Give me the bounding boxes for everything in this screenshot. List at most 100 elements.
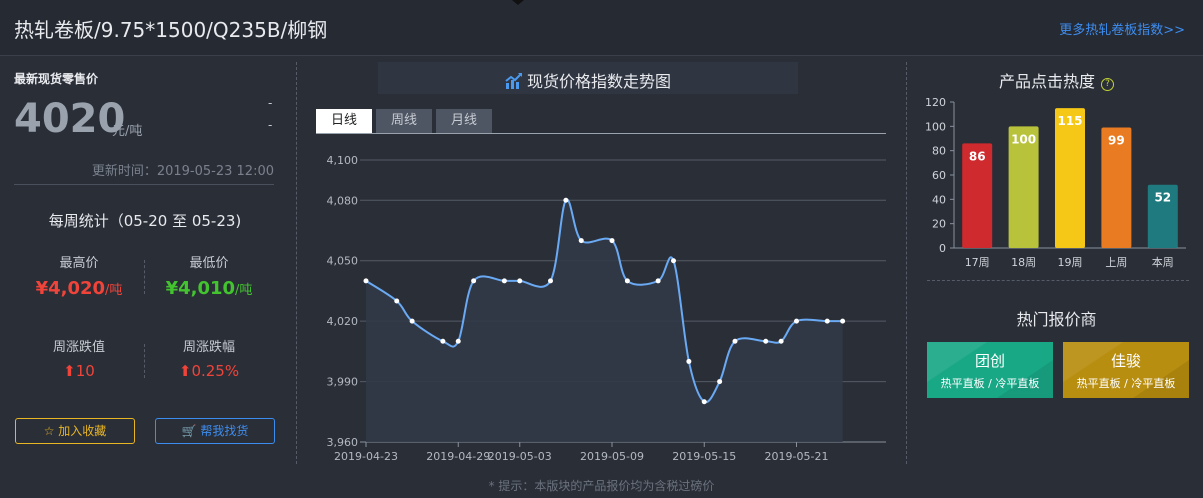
bar-y-tick-label: 0: [939, 242, 946, 255]
low-price-label: 最低价: [189, 256, 229, 271]
header-notch: [512, 0, 524, 5]
bar-y-tick-label: 80: [932, 145, 946, 158]
vendor-products: 热平直板 / 冷平直板: [940, 377, 1040, 390]
current-price: 4020: [14, 96, 126, 142]
retail-price-label: 最新现货零售价: [14, 72, 99, 86]
price-point: [517, 278, 523, 284]
price-point: [778, 338, 784, 344]
add-favorite-button[interactable]: ☆ 加入收藏: [15, 418, 135, 444]
product-title: 热轧卷板/9.75*1500/Q235B/柳钢: [14, 18, 328, 42]
find-goods-button[interactable]: 🛒 帮我找货: [155, 418, 275, 444]
low-price-number: ¥4,010: [165, 278, 236, 299]
x-tick-label: 2019-04-23: [334, 450, 398, 463]
vendor-products: 热平直板 / 冷平直板: [1076, 377, 1176, 390]
y-tick-label: 4,100: [327, 154, 359, 167]
heat-bar-category: 上周: [1105, 256, 1127, 269]
heat-bar-category: 18周: [1011, 256, 1036, 269]
price-point: [840, 318, 846, 324]
x-tick-label: 2019-05-15: [672, 450, 736, 463]
price-point: [717, 379, 723, 385]
heat-bar-value: 99: [1108, 134, 1125, 148]
bar-y-tick-label: 100: [925, 120, 946, 133]
price-divider: [14, 184, 274, 185]
divider-right: [906, 62, 907, 464]
weekly-stats-title: 每周统计（05-20 至 05-23): [48, 212, 242, 230]
click-heat-title-text: 产品点击热度: [998, 72, 1095, 91]
change-pct: ⬆0.25%: [178, 362, 240, 380]
price-placeholder-1: -: [268, 96, 273, 110]
price-point: [409, 318, 415, 324]
x-tick-label: 2019-05-03: [488, 450, 552, 463]
price-point: [763, 338, 769, 344]
vendor-name: 团创: [974, 352, 1005, 370]
vendor-card-jiajun[interactable]: 佳骏 热平直板 / 冷平直板: [1063, 342, 1189, 398]
y-tick-label: 4,020: [327, 315, 359, 328]
x-tick-label: 2019-04-29: [426, 450, 490, 463]
price-point: [671, 258, 676, 264]
x-tick-label: 2019-05-09: [580, 450, 644, 463]
price-point: [655, 278, 661, 284]
bar-y-tick-label: 60: [932, 169, 946, 182]
y-tick-label: 3,990: [327, 376, 359, 389]
low-price-value: ¥4,010/吨: [144, 278, 274, 299]
tab-monthly[interactable]: 月线: [436, 109, 492, 133]
hot-vendors-title: 热门报价商: [1016, 310, 1097, 329]
bar-y-tick-label: 40: [932, 193, 946, 206]
click-heat-bar-chart: 0 20 40 60 80 100 120 86 17周 100 18周 115 19周 99 上周 52 本周: [925, 96, 1186, 269]
chart-title-text: 现货价格指数走势图: [526, 72, 671, 91]
heat-bar: [1055, 108, 1085, 248]
price-point: [455, 338, 461, 344]
bar-y-tick-label: 120: [925, 96, 946, 109]
price-point: [609, 238, 615, 244]
price-point: [363, 278, 369, 284]
click-heat-title: 产品点击热度?: [910, 68, 1203, 92]
more-index-link[interactable]: 更多热轧卷板指数>>: [1059, 19, 1185, 38]
tab-daily[interactable]: 日线: [316, 109, 372, 133]
price-point: [440, 338, 446, 344]
right-divider: [927, 280, 1189, 281]
price-point: [824, 318, 830, 324]
heat-bar-category: 17周: [965, 256, 990, 269]
x-tick-label: 2019-05-21: [765, 450, 829, 463]
price-point: [701, 399, 707, 405]
update-time: 更新时间：2019-05-23 12:00: [91, 164, 274, 179]
price-panel: 最新现货零售价 4020 元/吨 - - 更新时间：2019-05-23 12:…: [0, 56, 290, 476]
tab-weekly[interactable]: 周线: [376, 109, 432, 133]
chart-title-bar: 现货价格指数走势图: [378, 62, 798, 94]
change-pct-label: 周涨跌幅: [182, 340, 235, 355]
high-price-number: ¥4,020: [35, 278, 106, 299]
y-tick-label: 4,080: [327, 194, 359, 207]
price-point: [578, 238, 584, 244]
tabs-underline: [316, 133, 886, 134]
price-unit: 元/吨: [112, 124, 143, 139]
bar-y-tick-label: 20: [932, 218, 946, 231]
price-trend-chart: 3,960 3,990 4,020 4,050 4,080 4,100 2019-04-23…: [327, 154, 886, 463]
price-point: [624, 278, 630, 284]
price-point: [548, 278, 553, 284]
price-point: [732, 338, 738, 344]
price-placeholder-2: -: [268, 118, 273, 132]
y-tick-label: 4,050: [327, 255, 359, 268]
chart-title: 现货价格指数走势图: [378, 68, 798, 92]
change-value-label: 周涨跌值: [52, 340, 105, 355]
price-point: [794, 318, 799, 324]
y-tick-label: 3,960: [327, 436, 359, 449]
heat-bar-category: 本周: [1152, 255, 1174, 269]
heat-bar-value: 86: [969, 149, 986, 163]
divider-left: [296, 62, 297, 464]
high-price-label: 最高价: [59, 256, 99, 271]
vendor-card-tuanchuang[interactable]: 团创 热平直板 / 冷平直板: [927, 342, 1053, 398]
heat-bar-value: 115: [1057, 114, 1082, 128]
change-value: ⬆10: [63, 362, 95, 380]
heat-bar-value: 100: [1011, 132, 1036, 146]
low-price-unit: /吨: [235, 283, 253, 298]
heat-bar-category: 19周: [1058, 256, 1083, 269]
heat-bar-value: 52: [1154, 191, 1171, 205]
price-point: [394, 298, 400, 304]
price-point: [563, 197, 569, 203]
price-point: [501, 278, 507, 284]
trend-chart-icon: [505, 73, 522, 89]
price-point: [686, 358, 692, 364]
vendor-name: 佳骏: [1110, 352, 1141, 370]
price-point: [471, 278, 477, 284]
